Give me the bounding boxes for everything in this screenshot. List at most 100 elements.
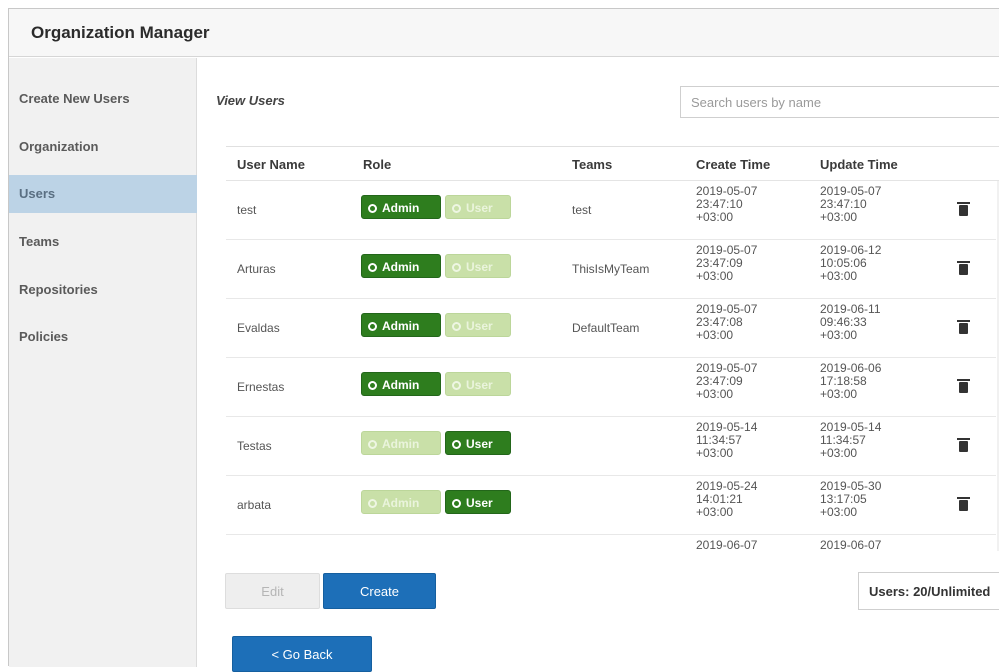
update-time-cell: 2019-06-07 — [820, 538, 882, 552]
trash-icon[interactable] — [957, 261, 970, 275]
role-user-label: User — [466, 496, 493, 510]
update-time-cell: 2019-05-07 23:47:10 +03:00 — [820, 185, 881, 224]
role-user-label: User — [466, 378, 493, 392]
role-user-toggle[interactable]: User — [445, 372, 511, 396]
create-offset: +03:00 — [696, 328, 734, 342]
user-name-cell: Arturas — [237, 262, 276, 276]
app-title: Organization Manager — [31, 23, 210, 42]
table-row[interactable]: Testas Admin User 2019-05-14 11:34:57 +0… — [226, 417, 996, 476]
update-offset: +03:00 — [820, 269, 858, 283]
role-admin-toggle[interactable]: Admin — [361, 372, 441, 396]
header-role: Role — [363, 157, 392, 172]
header-user-name: User Name — [237, 157, 305, 172]
title-bar: Organization Manager — [9, 9, 999, 57]
radio-dot-icon — [452, 381, 461, 390]
main-panel: View Users User Name Role Teams Create T… — [198, 58, 999, 672]
update-time-cell: 2019-06-12 10:05:06 +03:00 — [820, 244, 881, 283]
search-input[interactable] — [680, 86, 999, 118]
role-user-label: User — [466, 201, 493, 215]
user-name-cell: arbata — [237, 498, 272, 512]
update-offset: +03:00 — [820, 446, 858, 460]
update-offset: +03:00 — [820, 328, 858, 342]
update-time-cell: 2019-06-06 17:18:58 +03:00 — [820, 362, 881, 401]
table-header: User Name Role Teams Create Time Update … — [226, 147, 999, 181]
role-admin-label: Admin — [382, 496, 420, 510]
create-offset: +03:00 — [696, 446, 734, 460]
header-create-time: Create Time — [696, 157, 771, 172]
radio-dot-icon — [452, 499, 461, 508]
create-time-cell: 2019-05-07 23:47:09 +03:00 — [696, 244, 757, 283]
role-admin-label: Admin — [382, 378, 420, 392]
create-offset: +03:00 — [696, 210, 734, 224]
create-time-cell: 2019-05-07 23:47:09 +03:00 — [696, 362, 757, 401]
radio-dot-icon — [452, 263, 461, 272]
table-row[interactable]: Arturas Admin User ThisIsMyTeam 2019-05-0… — [226, 240, 996, 299]
radio-dot-icon — [368, 204, 377, 213]
table-row[interactable]: Ernestas Admin User 2019-05-07 23:47:09 … — [226, 358, 996, 417]
team-cell: test — [572, 203, 592, 217]
radio-dot-icon — [368, 322, 377, 331]
role-admin-label: Admin — [382, 319, 420, 333]
update-offset: +03:00 — [820, 387, 858, 401]
create-button[interactable]: Create — [323, 573, 436, 609]
user-name-cell: test — [237, 203, 257, 217]
role-admin-label: Admin — [382, 201, 420, 215]
trash-icon[interactable] — [957, 320, 970, 334]
update-time-cell: 2019-05-14 11:34:57 +03:00 — [820, 421, 881, 460]
user-name-cell: Ernestas — [237, 380, 285, 394]
role-user-toggle[interactable]: User — [445, 313, 511, 337]
header-update-time: Update Time — [820, 157, 898, 172]
users-table: User Name Role Teams Create Time Update … — [226, 146, 999, 551]
sidebar-item-organization[interactable]: Organization — [9, 128, 197, 166]
radio-dot-icon — [368, 381, 377, 390]
update-time-cell: 2019-05-30 13:17:05 +03:00 — [820, 480, 881, 519]
table-row[interactable]: 2019-06-07 2019-06-07 — [226, 535, 996, 552]
role-user-toggle[interactable]: User — [445, 490, 511, 514]
team-cell: ThisIsMyTeam — [572, 262, 650, 276]
update-offset: +03:00 — [820, 210, 858, 224]
header-teams: Teams — [572, 157, 613, 172]
sidebar: Create New Users Organization Users Team… — [9, 58, 197, 667]
trash-icon[interactable] — [957, 202, 970, 216]
team-cell: DefaultTeam — [572, 321, 640, 335]
role-admin-toggle[interactable]: Admin — [361, 254, 441, 278]
role-admin-toggle[interactable]: Admin — [361, 431, 441, 455]
role-admin-toggle[interactable]: Admin — [361, 313, 441, 337]
radio-dot-icon — [368, 440, 377, 449]
users-count-display: Users: 20/Unlimited — [858, 572, 999, 610]
role-user-toggle[interactable]: User — [445, 431, 511, 455]
create-offset: +03:00 — [696, 269, 734, 283]
table-row[interactable]: test Admin User test 2019-05-07 23:47:10 … — [226, 181, 996, 240]
table-row[interactable]: Evaldas Admin User DefaultTeam 2019-05-07… — [226, 299, 996, 358]
role-user-label: User — [466, 319, 493, 333]
role-admin-label: Admin — [382, 260, 420, 274]
view-title: View Users — [216, 93, 285, 108]
create-offset: +03:00 — [696, 505, 734, 519]
role-user-label: User — [466, 437, 493, 451]
go-back-button[interactable]: < Go Back — [232, 636, 372, 672]
create-time-cell: 2019-05-14 11:34:57 +03:00 — [696, 421, 757, 460]
sidebar-item-users[interactable]: Users — [9, 175, 197, 213]
table-row[interactable]: arbata Admin User 2019-05-24 14:01:21 +0… — [226, 476, 996, 535]
update-date: 2019-06-07 — [820, 538, 882, 552]
role-user-toggle[interactable]: User — [445, 254, 511, 278]
sidebar-item-teams[interactable]: Teams — [9, 223, 197, 261]
role-user-toggle[interactable]: User — [445, 195, 511, 219]
sidebar-item-create-new-users[interactable]: Create New Users — [9, 80, 197, 118]
role-admin-toggle[interactable]: Admin — [361, 490, 441, 514]
sidebar-item-repositories[interactable]: Repositories — [9, 271, 197, 309]
update-time-cell: 2019-06-11 09:46:33 +03:00 — [820, 303, 881, 342]
create-time-cell: 2019-05-07 23:47:10 +03:00 — [696, 185, 757, 224]
radio-dot-icon — [368, 263, 377, 272]
create-time-cell: 2019-05-24 14:01:21 +03:00 — [696, 480, 757, 519]
radio-dot-icon — [452, 204, 461, 213]
create-date: 2019-06-07 — [696, 538, 758, 552]
trash-icon[interactable] — [957, 438, 970, 452]
user-name-cell: Testas — [237, 439, 272, 453]
edit-button[interactable]: Edit — [225, 573, 320, 609]
create-time-cell: 2019-05-07 23:47:08 +03:00 — [696, 303, 757, 342]
sidebar-item-policies[interactable]: Policies — [9, 318, 197, 356]
trash-icon[interactable] — [957, 497, 970, 511]
role-admin-toggle[interactable]: Admin — [361, 195, 441, 219]
trash-icon[interactable] — [957, 379, 970, 393]
